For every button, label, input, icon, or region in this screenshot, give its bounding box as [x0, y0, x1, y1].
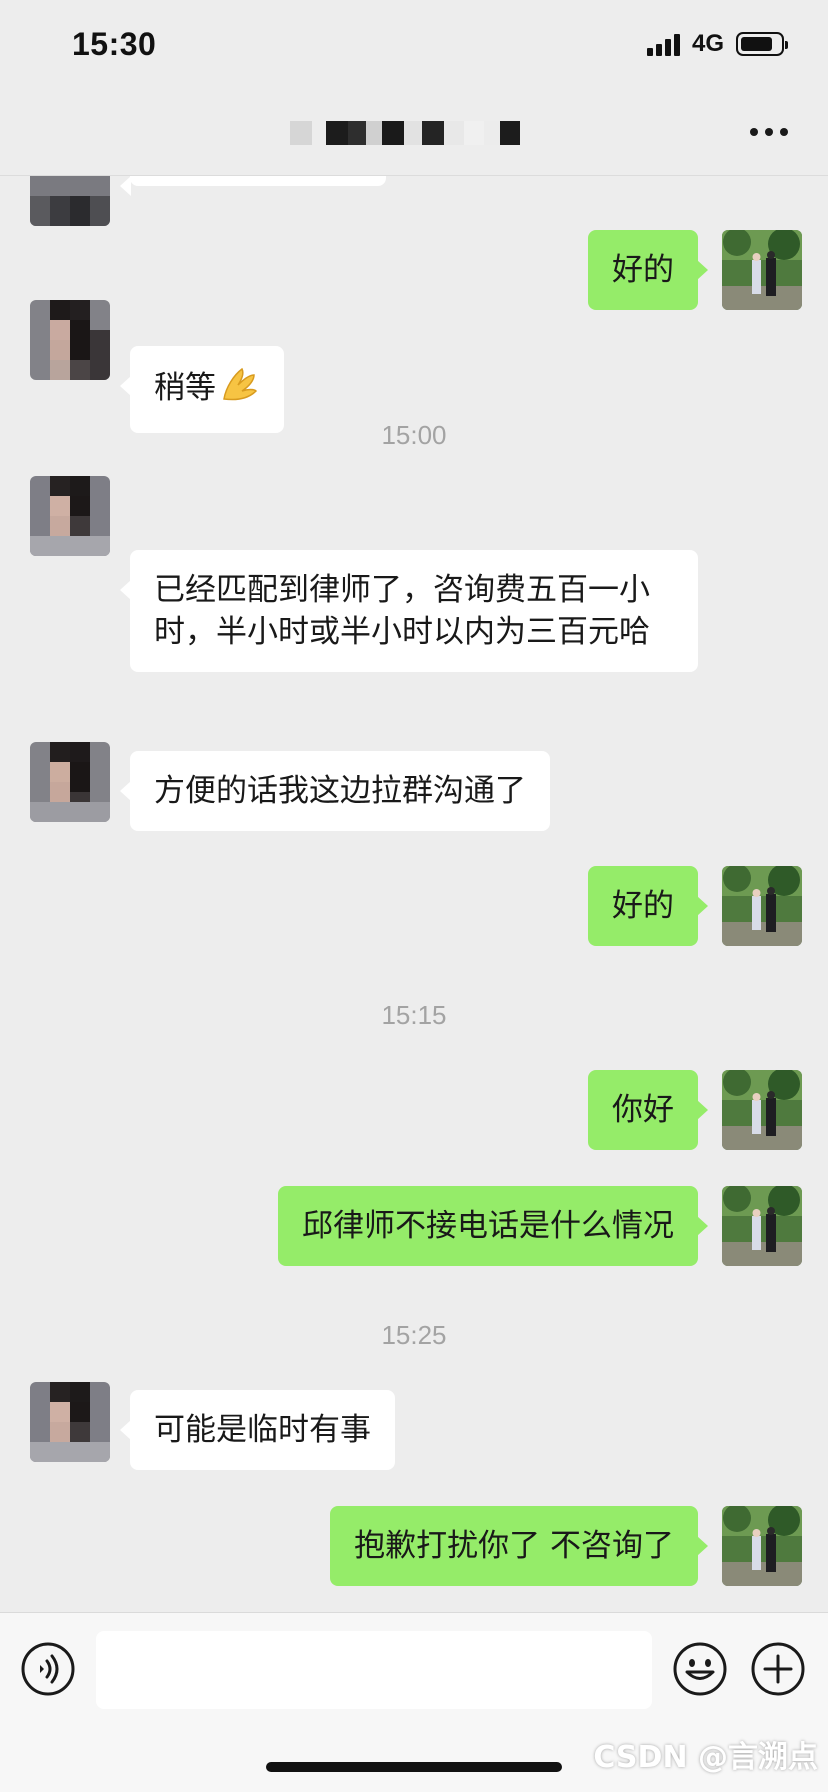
contact-avatar[interactable]: [30, 300, 110, 380]
voice-icon[interactable]: [20, 1641, 76, 1697]
chat-title-mosaic: [290, 121, 520, 145]
timestamp: 15:00: [381, 420, 447, 450]
chat-area[interactable]: 好的 稍等 15:00 已经匹配到律师了，咨询费五百一小时，半小时或半小时以内为…: [0, 176, 828, 1612]
watermark: CSDN @言溯点: [593, 1740, 818, 1775]
message-input[interactable]: [96, 1631, 652, 1709]
user-avatar[interactable]: [722, 1506, 802, 1586]
message-bubble-out[interactable]: 好的: [588, 230, 708, 310]
pinched-fingers-icon: [220, 365, 260, 414]
nav-bar: [0, 92, 828, 176]
status-bar: 15:30 4G: [0, 0, 828, 92]
status-time: 15:30: [72, 26, 157, 62]
smiley-icon[interactable]: [672, 1641, 728, 1697]
message-bubble-out[interactable]: 抱歉打扰你了 不咨询了: [330, 1506, 708, 1586]
contact-avatar[interactable]: [30, 742, 110, 822]
plus-icon[interactable]: [750, 1641, 806, 1697]
message-bubble-out[interactable]: 邱律师不接电话是什么情况: [278, 1186, 708, 1266]
user-avatar[interactable]: [722, 1186, 802, 1266]
more-dots-icon[interactable]: [750, 128, 788, 136]
battery-icon: [736, 32, 788, 56]
message-bubble-in[interactable]: 方便的话我这边拉群沟通了: [120, 751, 550, 831]
message-bubble-in[interactable]: 已经匹配到律师了，咨询费五百一小时，半小时或半小时以内为三百元哈: [120, 550, 698, 672]
user-avatar[interactable]: [722, 230, 802, 310]
message-text: 稍等: [154, 370, 216, 406]
message-bubble-out[interactable]: 你好: [588, 1070, 708, 1150]
contact-avatar[interactable]: [30, 476, 110, 556]
timestamp: 15:25: [381, 1320, 447, 1350]
message-bubble-partial[interactable]: [120, 176, 386, 196]
status-icons: 4G: [646, 30, 788, 58]
contact-avatar[interactable]: [30, 1382, 110, 1462]
timestamp: 15:15: [381, 1000, 447, 1030]
message-bubble-out[interactable]: 好的: [588, 866, 708, 946]
signal-icon: [646, 32, 680, 56]
user-avatar[interactable]: [722, 866, 802, 946]
message-bubble-in[interactable]: 可能是临时有事: [120, 1390, 395, 1470]
network-type: 4G: [691, 30, 724, 57]
contact-avatar[interactable]: [30, 176, 110, 226]
user-avatar[interactable]: [722, 1070, 802, 1150]
home-indicator[interactable]: [266, 1762, 562, 1772]
